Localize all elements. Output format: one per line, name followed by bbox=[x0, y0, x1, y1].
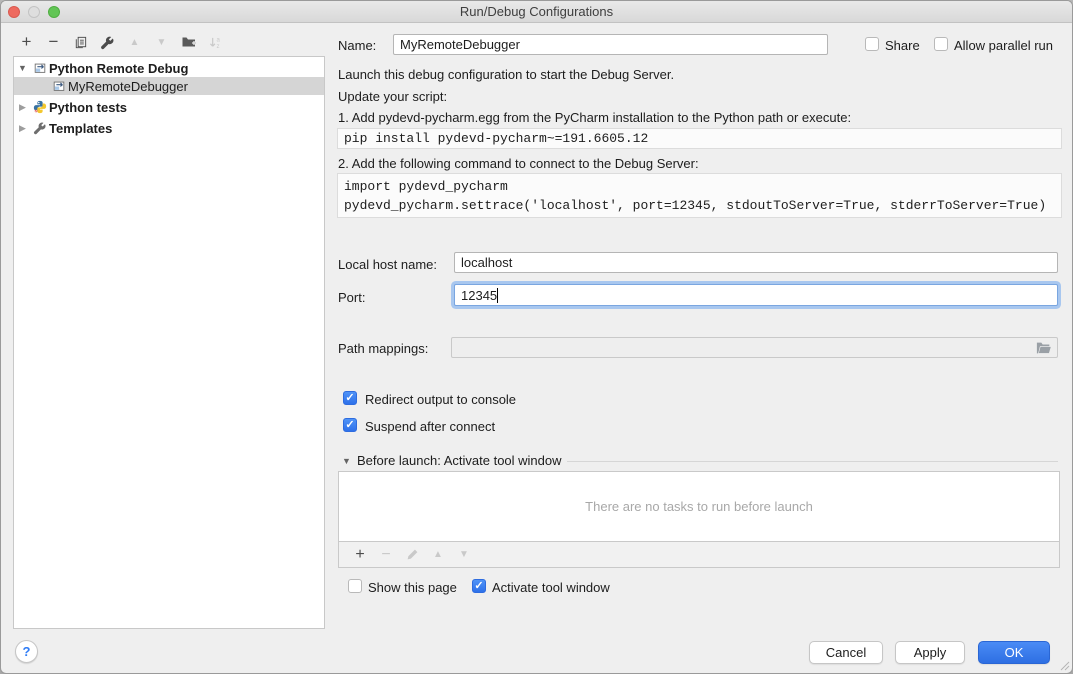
tree-item-templates[interactable]: ▶ Templates bbox=[14, 119, 324, 137]
tree-item-label: MyRemoteDebugger bbox=[68, 79, 188, 94]
new-folder-icon bbox=[181, 34, 197, 50]
no-tasks-message: There are no tasks to run before launch bbox=[585, 499, 813, 514]
minus-icon: − bbox=[49, 32, 59, 52]
step2-text: 2. Add the following command to connect … bbox=[338, 156, 699, 171]
tree-item-label: Python tests bbox=[49, 100, 127, 115]
before-launch-task-list[interactable]: There are no tasks to run before launch bbox=[338, 471, 1060, 542]
import-code-line: import pydevd_pycharm bbox=[344, 179, 508, 194]
check-icon: ✓ bbox=[345, 392, 354, 404]
tree-item-label: Templates bbox=[49, 121, 112, 136]
path-mappings-label: Path mappings: bbox=[338, 341, 428, 356]
ok-button[interactable]: OK bbox=[978, 641, 1050, 664]
tree-item-python-tests[interactable]: ▶ Python tests bbox=[14, 98, 324, 116]
port-input[interactable] bbox=[454, 284, 1058, 306]
expand-collapse-icon[interactable]: ▶ bbox=[14, 102, 31, 113]
arrow-down-icon: ▼ bbox=[459, 549, 469, 560]
close-window-button[interactable] bbox=[8, 6, 20, 18]
resize-grip[interactable] bbox=[1058, 659, 1070, 671]
plus-icon: + bbox=[355, 546, 364, 564]
cancel-button[interactable]: Cancel bbox=[809, 641, 883, 664]
sort-az-icon: az bbox=[208, 35, 223, 50]
create-folder-button[interactable] bbox=[175, 30, 202, 54]
apply-button[interactable]: Apply bbox=[895, 641, 965, 664]
remove-configuration-button[interactable]: − bbox=[40, 30, 67, 54]
local-host-name-input[interactable] bbox=[454, 252, 1058, 273]
expand-collapse-icon[interactable]: ▼ bbox=[14, 63, 31, 73]
titlebar[interactable]: Run/Debug Configurations bbox=[1, 1, 1072, 23]
move-task-down-button: ▼ bbox=[451, 544, 477, 566]
minus-icon: − bbox=[381, 546, 390, 564]
tree-item-label: Python Remote Debug bbox=[49, 61, 188, 76]
pencil-icon bbox=[406, 548, 419, 561]
configurations-toolbar: + − ▲ ▼ az bbox=[13, 30, 229, 54]
plus-icon: + bbox=[22, 32, 32, 52]
move-up-button: ▲ bbox=[121, 30, 148, 54]
python-tests-icon bbox=[31, 100, 49, 114]
move-down-button: ▼ bbox=[148, 30, 175, 54]
settrace-code-line: pydevd_pycharm.settrace('localhost', por… bbox=[344, 198, 1046, 213]
edit-task-button bbox=[399, 544, 425, 566]
add-configuration-button[interactable]: + bbox=[13, 30, 40, 54]
window-title: Run/Debug Configurations bbox=[1, 1, 1072, 22]
arrow-down-icon: ▼ bbox=[157, 37, 167, 48]
zoom-window-button[interactable] bbox=[48, 6, 60, 18]
allow-parallel-run-checkbox[interactable] bbox=[934, 37, 948, 51]
arrow-up-icon: ▲ bbox=[433, 549, 443, 560]
move-task-up-button: ▲ bbox=[425, 544, 451, 566]
share-checkbox[interactable] bbox=[865, 37, 879, 51]
step1-text: 1. Add pydevd-pycharm.egg from the PyCha… bbox=[338, 110, 851, 125]
configurations-tree: ▼ Python Remote Debug MyRemoteDebugger ▶… bbox=[13, 56, 325, 629]
check-icon: ✓ bbox=[474, 580, 483, 592]
pip-install-code: pip install pydevd-pycharm~=191.6605.12 bbox=[337, 128, 1062, 149]
launch-description: Launch this debug configuration to start… bbox=[338, 67, 674, 82]
allow-parallel-run-label: Allow parallel run bbox=[954, 38, 1053, 53]
run-config-icon bbox=[31, 61, 49, 75]
redirect-output-checkbox[interactable]: ✓ bbox=[343, 391, 357, 405]
section-separator bbox=[567, 461, 1058, 462]
text-cursor bbox=[497, 288, 498, 303]
run-debug-configurations-dialog: Run/Debug Configurations + − ▲ ▼ az ▼ Py… bbox=[0, 0, 1073, 674]
minimize-window-button bbox=[28, 6, 40, 18]
sort-configurations-button: az bbox=[202, 30, 229, 54]
browse-folder-icon[interactable] bbox=[1036, 341, 1052, 355]
arrow-up-icon: ▲ bbox=[130, 37, 140, 48]
svg-text:z: z bbox=[216, 43, 219, 50]
tree-item-python-remote-debug[interactable]: ▼ Python Remote Debug bbox=[14, 59, 324, 77]
local-host-name-label: Local host name: bbox=[338, 257, 437, 272]
edit-templates-button[interactable] bbox=[94, 30, 121, 54]
copy-configuration-button[interactable] bbox=[67, 30, 94, 54]
port-label: Port: bbox=[338, 290, 365, 305]
help-button[interactable]: ? bbox=[15, 640, 38, 663]
wrench-icon bbox=[100, 35, 115, 50]
suspend-after-connect-label: Suspend after connect bbox=[365, 419, 495, 434]
add-task-button[interactable]: + bbox=[347, 544, 373, 566]
wrench-icon bbox=[31, 121, 49, 135]
before-launch-header[interactable]: Before launch: Activate tool window bbox=[357, 453, 562, 468]
question-mark-icon: ? bbox=[23, 644, 31, 659]
activate-tool-window-label: Activate tool window bbox=[492, 580, 610, 595]
run-config-icon bbox=[50, 79, 68, 93]
path-mappings-field[interactable] bbox=[451, 337, 1058, 358]
check-icon: ✓ bbox=[345, 419, 354, 431]
share-label: Share bbox=[885, 38, 920, 53]
name-label: Name: bbox=[338, 38, 376, 53]
update-script-text: Update your script: bbox=[338, 89, 447, 104]
copy-icon bbox=[73, 35, 88, 50]
before-launch-collapse-icon[interactable]: ▼ bbox=[342, 456, 351, 466]
show-this-page-checkbox[interactable] bbox=[348, 579, 362, 593]
settrace-code-block: import pydevd_pycharm pydevd_pycharm.set… bbox=[337, 173, 1062, 218]
redirect-output-label: Redirect output to console bbox=[365, 392, 516, 407]
suspend-after-connect-checkbox[interactable]: ✓ bbox=[343, 418, 357, 432]
remove-task-button: − bbox=[373, 544, 399, 566]
show-this-page-label: Show this page bbox=[368, 580, 457, 595]
expand-collapse-icon[interactable]: ▶ bbox=[14, 123, 31, 134]
tree-item-myremotedebugger-selected[interactable]: MyRemoteDebugger bbox=[14, 77, 324, 95]
task-list-toolbar: + − ▲ ▼ bbox=[338, 542, 1060, 568]
name-input[interactable] bbox=[393, 34, 828, 55]
activate-tool-window-checkbox[interactable]: ✓ bbox=[472, 579, 486, 593]
